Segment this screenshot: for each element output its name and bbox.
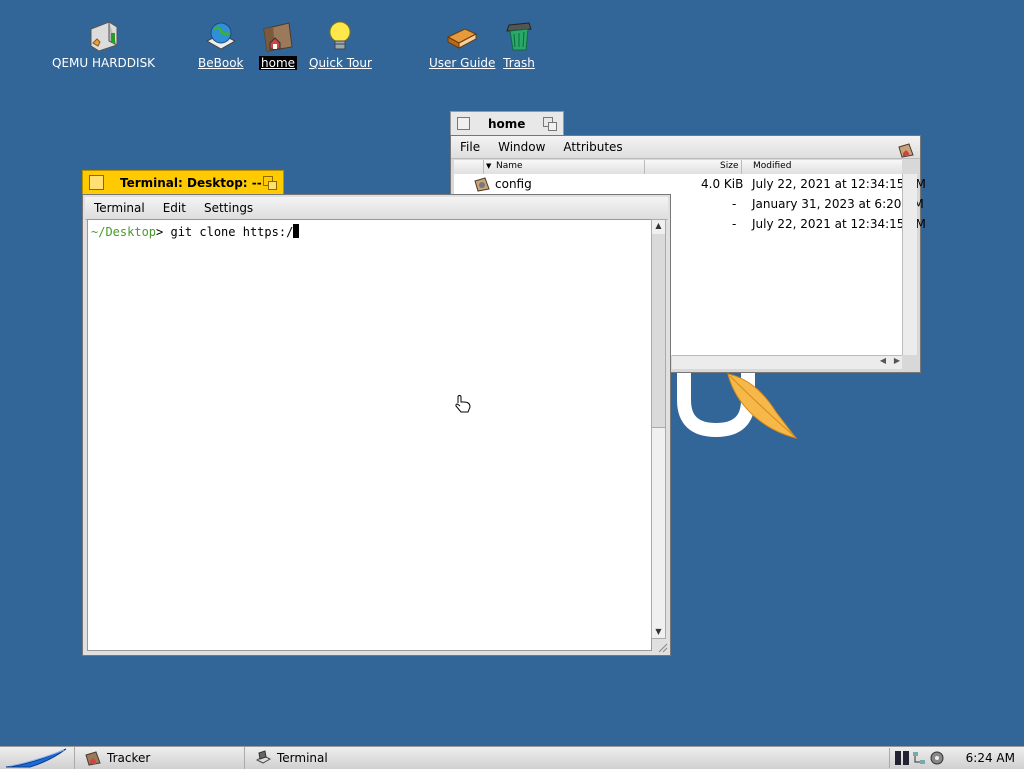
file-size: 4.0 KiB <box>701 177 744 191</box>
location-icon[interactable] <box>898 142 914 158</box>
desktop-icon-label: Trash <box>503 56 535 70</box>
column-name[interactable]: Name <box>496 161 523 171</box>
tracker-vertical-scrollbar[interactable] <box>902 174 917 355</box>
book-icon <box>444 18 480 54</box>
desktop-icon-bebook[interactable]: BeBook <box>196 18 245 70</box>
menu-edit[interactable]: Edit <box>154 201 195 215</box>
terminal-text-area[interactable]: ~/Desktop> git clone https:/ <box>87 219 652 651</box>
harddisk-icon <box>86 18 122 54</box>
table-row[interactable]: config 4.0 KiB July 22, 2021 at 12:34:15… <box>454 174 926 195</box>
terminal-menubar: Terminal Edit Settings <box>85 197 668 220</box>
menu-file[interactable]: File <box>451 140 489 154</box>
desktop-icon-label: Quick Tour <box>309 56 372 70</box>
media-icon[interactable] <box>929 750 945 766</box>
network-icon[interactable] <box>911 750 927 766</box>
zoom-button-icon[interactable] <box>263 176 277 190</box>
menu-window[interactable]: Window <box>489 140 554 154</box>
tracker-menubar: File Window Attributes <box>451 136 920 159</box>
home-folder-icon <box>260 18 296 54</box>
trash-icon <box>501 18 537 54</box>
prompt-symbol: > <box>156 225 171 239</box>
file-modified: July 22, 2021 at 12:34:15 PM <box>752 177 926 191</box>
prompt-path: ~/Desktop <box>91 225 157 239</box>
scroll-right-arrow-icon[interactable]: ▶ <box>894 356 900 365</box>
lightbulb-icon <box>322 18 358 54</box>
terminal-window-tab[interactable]: Terminal: Desktop: -- <box>82 170 284 194</box>
sort-arrow-icon: ▼ <box>486 162 492 170</box>
window-title: home <box>488 116 526 131</box>
taskbar-label: Tracker <box>107 751 151 765</box>
menu-settings[interactable]: Settings <box>195 201 262 215</box>
taskbar-item-tracker[interactable]: Tracker <box>74 747 244 769</box>
tracker-horizontal-scrollbar[interactable]: ◀ ▶ <box>672 355 902 369</box>
close-button[interactable] <box>89 175 104 190</box>
system-tray: 6:24 AM <box>889 748 1024 768</box>
scrollbar-thumb[interactable] <box>652 234 665 428</box>
file-name: config <box>495 177 532 191</box>
desktop-icon-label: home <box>259 56 298 70</box>
column-header: ▼ Name Size Modified <box>454 160 902 175</box>
terminal-prompt-line: ~/Desktop> git clone https:/ <box>91 224 300 239</box>
resize-grip-icon[interactable] <box>656 641 668 653</box>
desktop-icon-home[interactable]: home <box>259 18 298 70</box>
taskbar-label: Terminal <box>277 751 328 765</box>
file-size: - <box>732 197 737 211</box>
column-modified[interactable]: Modified <box>753 161 791 171</box>
window-title: Terminal: Desktop: -- <box>120 175 262 190</box>
scroll-left-arrow-icon[interactable]: ◀ <box>880 356 886 365</box>
leaf-menu-icon[interactable] <box>0 747 72 769</box>
scroll-up-arrow-icon[interactable]: ▲ <box>652 220 665 232</box>
desktop-icon-label: User Guide <box>429 56 496 70</box>
file-size: - <box>732 217 737 231</box>
taskbar-item-terminal[interactable]: Terminal <box>244 747 412 769</box>
text-cursor <box>293 224 300 238</box>
clock[interactable]: 6:24 AM <box>966 751 1015 765</box>
close-button[interactable] <box>457 117 470 130</box>
desktop-icon-qemu-harddisk[interactable]: QEMU HARDDISK <box>50 18 157 70</box>
menu-attributes[interactable]: Attributes <box>554 140 631 154</box>
hand-pointer-icon <box>455 394 471 413</box>
file-modified: January 31, 2023 at 6:20 AM <box>752 197 924 211</box>
tracker-icon <box>85 751 101 766</box>
bebook-icon <box>203 18 239 54</box>
terminal-window: Terminal Edit Settings ~/Desktop> git cl… <box>82 194 671 656</box>
file-icon <box>474 176 490 195</box>
deskbar: Tracker Terminal 6:24 AM <box>0 746 1024 769</box>
file-modified: July 22, 2021 at 12:34:15 PM <box>752 217 926 231</box>
haiku-logo-icon <box>677 372 798 439</box>
desktop-icon-label: QEMU HARDDISK <box>52 56 156 70</box>
desktop-icon-trash[interactable]: Trash <box>501 18 537 70</box>
terminal-icon <box>255 750 271 764</box>
desktop-icon-label: BeBook <box>198 56 244 70</box>
cpu-monitor-icon[interactable] <box>895 750 909 766</box>
desktop-icon-quick-tour[interactable]: Quick Tour <box>307 18 374 70</box>
column-size[interactable]: Size <box>720 161 738 171</box>
tracker-window-tab[interactable]: home <box>450 111 564 135</box>
menu-terminal[interactable]: Terminal <box>85 201 154 215</box>
scroll-down-arrow-icon[interactable]: ▼ <box>652 626 665 638</box>
zoom-button-icon[interactable] <box>543 117 557 131</box>
command-text: git clone https:/ <box>170 225 294 239</box>
terminal-vertical-scrollbar[interactable]: ▲ ▼ <box>651 219 666 639</box>
desktop-icon-user-guide[interactable]: User Guide <box>427 18 497 70</box>
